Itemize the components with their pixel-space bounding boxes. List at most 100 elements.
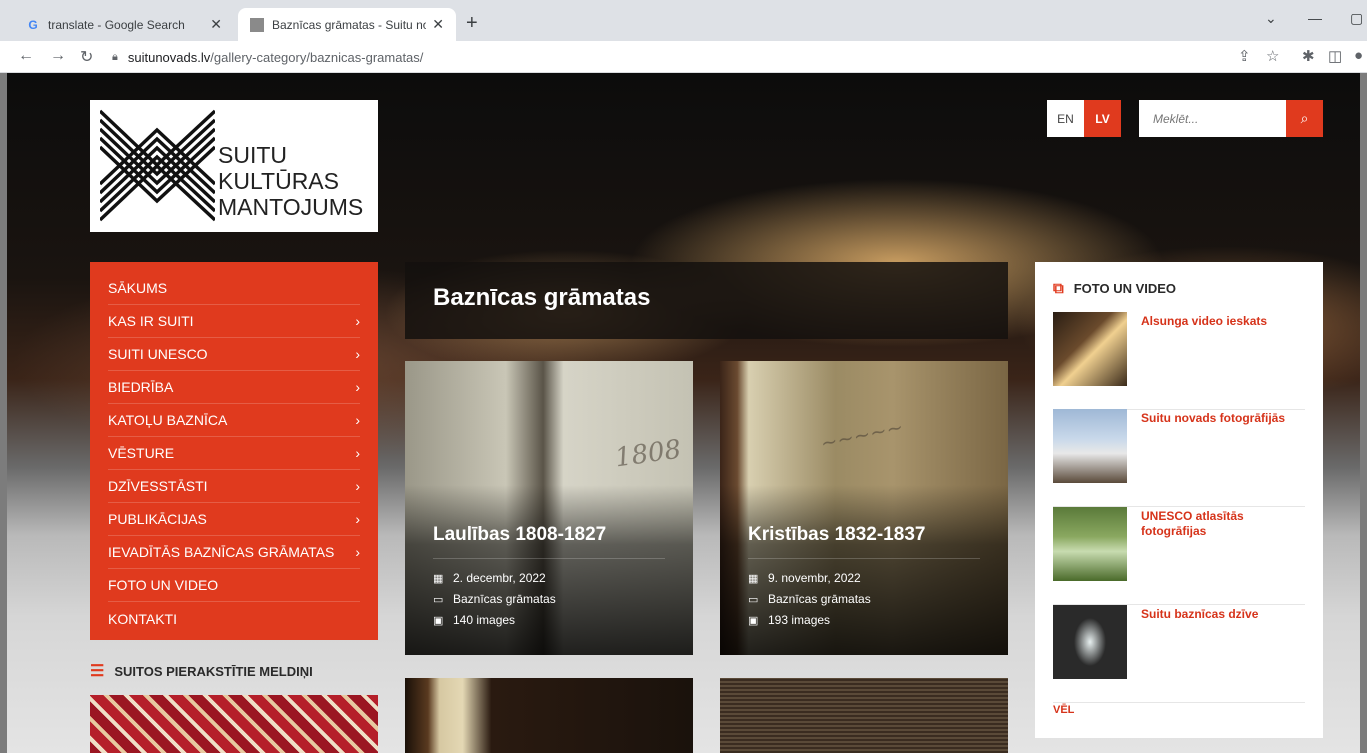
back-icon[interactable]: ← [18, 47, 34, 65]
tab-search-icon[interactable]: ⌄ [1265, 10, 1277, 27]
thumbnail[interactable] [1053, 312, 1127, 386]
tab-title: Baznīcas grāmatas - Suitu novad [272, 17, 427, 32]
widget-title-text: SUITOS PIERAKSTĪTIE MELDIŅI [114, 663, 313, 679]
gallery-card-category[interactable]: ▭ Baznīcas grāmatas [748, 592, 871, 606]
logo-mark-icon [100, 109, 215, 222]
menu-item-dzivesstasti[interactable]: DZĪVESSTĀSTI › [108, 470, 360, 503]
chevron-right-icon: › [355, 379, 360, 395]
menu-item-kontakti[interactable]: KONTAKTI [108, 602, 360, 635]
sidebar-item-link[interactable]: Suitu baznīcas dzīve [1141, 607, 1301, 622]
sidebar-item-link[interactable]: Suitu novads fotogrāfijās [1141, 411, 1301, 426]
menu-item-label: SĀKUMS [108, 280, 168, 296]
language-lv-button[interactable]: LV [1084, 100, 1121, 137]
thumbnail[interactable] [1053, 409, 1127, 483]
gallery-card[interactable]: ~~~~~ Kristības 1832-1837 ▦ 9. novembr, 2… [720, 361, 1008, 655]
menu-item-ievaditas-gramatas[interactable]: IEVADĪTĀS BAZNĪCAS GRĀMATAS › [108, 536, 360, 569]
date-text: 2. decembr, 2022 [453, 571, 546, 585]
chevron-right-icon: › [355, 412, 360, 428]
menu-item-biedriba[interactable]: BIEDRĪBA › [108, 371, 360, 404]
menu-item-suiti-unesco[interactable]: SUITI UNESCO › [108, 338, 360, 371]
extensions-icon[interactable]: ✱ [1302, 47, 1315, 65]
calendar-icon: ▦ [748, 572, 759, 585]
menu-item-label: PUBLIKĀCIJAS [108, 511, 207, 527]
menu-item-label: KAS IR SUITI [108, 313, 194, 329]
melodies-image[interactable] [90, 695, 378, 753]
gallery-card-image [720, 678, 1008, 753]
menu-item-label: KONTAKTI [108, 610, 177, 627]
image-icon: ▣ [748, 614, 759, 627]
melodies-widget-title: ☰ SUITOS PIERAKSTĪTIE MELDIŅI [90, 661, 313, 681]
search-input[interactable] [1139, 100, 1286, 137]
gallery-card[interactable] [720, 678, 1008, 753]
divider [433, 558, 665, 559]
logo-line: KULTŪRAS [218, 168, 339, 194]
list-icon: ☰ [90, 663, 105, 680]
gallery-card-title[interactable]: Laulības 1808-1827 [433, 524, 606, 546]
language-en-button[interactable]: EN [1047, 100, 1084, 137]
sidebar-item-link[interactable]: UNESCO atlasītās fotogrāfijas [1141, 509, 1301, 539]
gallery-card-title[interactable]: Kristības 1832-1837 [748, 524, 925, 546]
folder-icon: ▭ [433, 593, 444, 606]
page-content: SUITU KULTŪRAS MANTOJUMS EN LV ⌕ SĀKUMS … [7, 73, 1360, 753]
menu-item-foto-un-video[interactable]: FOTO UN VIDEO [108, 569, 360, 602]
menu-item-katolu-baznica[interactable]: KATOĻU BAZNĪCA › [108, 404, 360, 437]
gallery-card-category[interactable]: ▭ Baznīcas grāmatas [433, 592, 556, 606]
url-host: suitunovads.lv [127, 49, 211, 65]
menu-item-publikacijas[interactable]: PUBLIKĀCIJAS › [108, 503, 360, 536]
search-button[interactable]: ⌕ [1286, 100, 1323, 137]
gallery-card-date: ▦ 2. decembr, 2022 [433, 571, 546, 585]
site-logo[interactable]: SUITU KULTŪRAS MANTOJUMS [90, 100, 378, 232]
side-panel-icon[interactable]: ◫ [1328, 47, 1342, 65]
browser-tab-google[interactable]: G translate - Google Search ✕ [14, 8, 234, 41]
sidebar-gallery-item[interactable]: Suitu baznīcas dzīve [1053, 605, 1305, 703]
site-favicon-icon [250, 17, 264, 32]
gallery-card[interactable] [405, 678, 693, 753]
gallery-card-count: ▣ 140 images [433, 613, 515, 627]
sidebar-gallery-item[interactable]: Alsunga video ieskats [1053, 312, 1305, 410]
page-title: Baznīcas grāmatas [433, 284, 651, 311]
menu-item-sakums[interactable]: SĀKUMS [108, 272, 360, 305]
menu-item-vesture[interactable]: VĒSTURE › [108, 437, 360, 470]
menu-item-label: VĒSTURE [108, 445, 175, 461]
widget-title: ⧉ FOTO UN VIDEO [1053, 280, 1305, 297]
maximize-icon[interactable]: ▢ [1350, 10, 1363, 27]
url-path: /gallery-category/baznicas-gramatas/ [210, 49, 424, 65]
bookmark-star-icon[interactable]: ☆ [1266, 47, 1279, 65]
foto-video-widget: ⧉ FOTO UN VIDEO Alsunga video ieskats Su… [1035, 262, 1323, 738]
gallery-card-image [405, 678, 693, 753]
forward-icon[interactable]: → [50, 47, 66, 65]
sidebar-gallery-item[interactable]: UNESCO atlasītās fotogrāfijas [1053, 507, 1305, 605]
close-icon[interactable]: ✕ [432, 16, 444, 33]
menu-item-label: DZĪVESSTĀSTI [108, 478, 208, 494]
reload-icon[interactable]: ↻ [80, 47, 93, 67]
search-icon: ⌕ [1300, 110, 1309, 126]
logo-line: SUITU [218, 142, 287, 168]
thumbnail[interactable] [1053, 605, 1127, 679]
chevron-right-icon: › [355, 478, 360, 494]
close-icon[interactable]: ✕ [210, 16, 222, 33]
share-icon[interactable]: ⇪ [1238, 47, 1251, 65]
gallery-card-date: ▦ 9. novembr, 2022 [748, 571, 861, 585]
more-link[interactable]: VĒL [1053, 704, 1074, 716]
minimize-icon[interactable]: — [1308, 10, 1322, 26]
menu-item-kas-ir-suiti[interactable]: KAS IR SUITI › [108, 305, 360, 338]
card-shade [720, 485, 1008, 655]
new-tab-icon[interactable]: + [466, 12, 478, 35]
chevron-right-icon: › [355, 445, 360, 461]
browser-tab-bar: G translate - Google Search ✕ Baznīcas g… [0, 0, 1367, 41]
menu-item-label: BIEDRĪBA [108, 379, 174, 395]
sidebar-item-link[interactable]: Alsunga video ieskats [1141, 314, 1301, 329]
thumbnail[interactable] [1053, 507, 1127, 581]
image-count-text: 193 images [768, 613, 831, 627]
browser-tab-suitu[interactable]: Baznīcas grāmatas - Suitu novad ✕ [238, 8, 456, 41]
logo-line: MANTOJUMS [218, 194, 364, 220]
profile-icon[interactable]: ● [1354, 47, 1363, 64]
menu-item-label: FOTO UN VIDEO [108, 577, 219, 593]
chevron-right-icon: › [355, 544, 360, 560]
tab-title: translate - Google Search [48, 17, 185, 32]
chevron-right-icon: › [355, 346, 360, 362]
sidebar-gallery-item[interactable]: Suitu novads fotogrāfijās [1053, 409, 1305, 507]
image-count-text: 140 images [453, 613, 516, 627]
gallery-card[interactable]: 1808 Laulības 1808-1827 ▦ 2. decembr, 202… [405, 361, 693, 655]
address-bar[interactable]: 🔒︎ suitunovads.lv/gallery-category/bazni… [112, 45, 1212, 69]
